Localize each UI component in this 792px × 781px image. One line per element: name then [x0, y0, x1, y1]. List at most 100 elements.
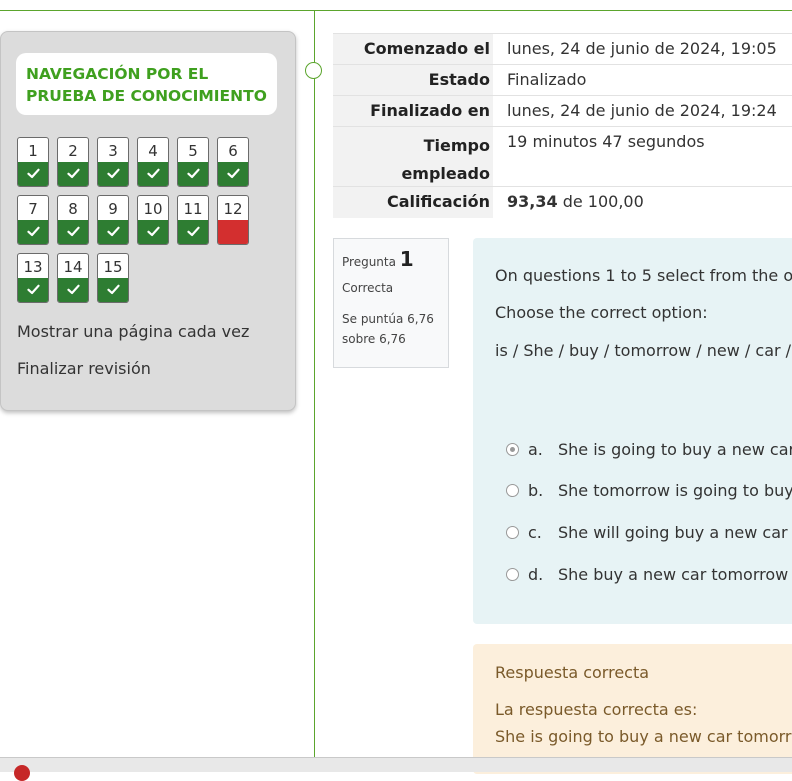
quiz-nav-button-4[interactable]: 4 — [137, 137, 169, 187]
quiz-nav-button-10[interactable]: 10 — [137, 195, 169, 245]
quiz-nav-number: 15 — [103, 258, 123, 276]
question-content: On questions 1 to 5 select from the opti… — [473, 238, 792, 624]
show-one-page-link[interactable]: Mostrar una página cada vez — [17, 322, 249, 341]
question-number-value: 1 — [399, 247, 414, 271]
quiz-nav-number: 8 — [68, 200, 78, 218]
correct-indicator — [178, 162, 208, 186]
check-icon — [67, 168, 80, 179]
correct-indicator — [138, 162, 168, 186]
alert-icon[interactable] — [14, 765, 30, 781]
check-icon — [27, 284, 40, 295]
radio-button[interactable] — [506, 443, 519, 456]
quiz-nav-number: 12 — [223, 200, 243, 218]
correct-indicator — [98, 278, 128, 302]
correct-indicator — [138, 220, 168, 244]
quiz-nav-button-12[interactable]: 12 — [217, 195, 249, 245]
correct-indicator — [18, 278, 48, 302]
correct-indicator — [18, 220, 48, 244]
correct-indicator — [58, 220, 88, 244]
feedback-title: Respuesta correcta — [495, 663, 650, 682]
quiz-nav-button-11[interactable]: 11 — [177, 195, 209, 245]
quiz-nav-button-2[interactable]: 2 — [57, 137, 89, 187]
summary-value: 19 minutos 47 segundos — [493, 127, 792, 187]
finish-review-link[interactable]: Finalizar revisión — [17, 359, 151, 378]
quiz-nav-number: 13 — [23, 258, 43, 276]
answer-text: She buy a new car tomorrow is g — [558, 565, 792, 584]
summary-row-finished: Finalizado en lunes, 24 de junio de 2024… — [333, 95, 792, 127]
question-number: Pregunta 1 — [342, 247, 440, 271]
correct-indicator — [58, 278, 88, 302]
quiz-navigation-title: NAVEGACIÓN POR EL PRUEBA DE CONOCIMIENTO — [16, 53, 277, 115]
top-divider — [0, 10, 792, 11]
quiz-nav-number: 14 — [63, 258, 83, 276]
question-prompt: Choose the correct option: — [495, 303, 708, 322]
correct-indicator — [18, 162, 48, 186]
quiz-nav-button-14[interactable]: 14 — [57, 253, 89, 303]
radio-button[interactable] — [506, 526, 519, 539]
check-icon — [107, 226, 120, 237]
grade-score: 93,34 — [507, 192, 558, 211]
summary-row-state: Estado Finalizado — [333, 64, 792, 96]
quiz-nav-button-6[interactable]: 6 — [217, 137, 249, 187]
quiz-navigation-block: NAVEGACIÓN POR EL PRUEBA DE CONOCIMIENTO… — [0, 31, 296, 411]
check-icon — [107, 284, 120, 295]
quiz-nav-number: 11 — [183, 200, 203, 218]
radio-button[interactable] — [506, 484, 519, 497]
summary-value: lunes, 24 de junio de 2024, 19:05 — [493, 34, 792, 65]
quiz-nav-number: 4 — [148, 142, 158, 160]
summary-label: Finalizado en — [370, 101, 490, 120]
correct-indicator — [58, 162, 88, 186]
summary-label: Tiempo empleado — [401, 136, 490, 183]
answer-text: She is going to buy a new car to — [558, 440, 792, 459]
check-icon — [147, 168, 160, 179]
summary-label: Calificación — [387, 192, 490, 211]
check-icon — [147, 226, 160, 237]
feedback-intro: La respuesta correcta es: — [495, 700, 698, 719]
question-instruction: On questions 1 to 5 select from the opti… — [495, 266, 792, 285]
quiz-nav-number: 9 — [108, 200, 118, 218]
summary-row-time: Tiempo empleado 19 minutos 47 segundos — [333, 126, 792, 187]
summary-label: Estado — [428, 70, 490, 89]
column-divider — [314, 10, 315, 758]
quiz-nav-button-3[interactable]: 3 — [97, 137, 129, 187]
correct-indicator — [218, 162, 248, 186]
radio-button[interactable] — [506, 568, 519, 581]
question-prefix: Pregunta — [342, 255, 396, 269]
check-icon — [27, 168, 40, 179]
summary-label: Comenzado el — [363, 39, 490, 58]
feedback-correct-answer: She is going to buy a new car tomorrow — [495, 727, 792, 746]
quiz-nav-number: 3 — [108, 142, 118, 160]
answer-letter: c. — [528, 523, 542, 542]
drawer-toggle-handle[interactable] — [305, 62, 322, 79]
quiz-nav-button-1[interactable]: 1 — [17, 137, 49, 187]
check-icon — [187, 168, 200, 179]
quiz-nav-button-5[interactable]: 5 — [177, 137, 209, 187]
answer-letter: a. — [528, 440, 543, 459]
check-icon — [107, 168, 120, 179]
check-icon — [67, 226, 80, 237]
grade-max: de 100,00 — [557, 192, 644, 211]
question-state: Correcta — [342, 281, 394, 295]
check-icon — [227, 168, 240, 179]
summary-row-started: Comenzado el lunes, 24 de junio de 2024,… — [333, 33, 792, 65]
quiz-nav-button-7[interactable]: 7 — [17, 195, 49, 245]
summary-value: Finalizado — [493, 65, 792, 96]
quiz-nav-number: 2 — [68, 142, 78, 160]
answer-letter: d. — [528, 565, 544, 584]
quiz-nav-number: 1 — [28, 142, 38, 160]
check-icon — [67, 284, 80, 295]
quiz-nav-button-15[interactable]: 15 — [97, 253, 129, 303]
summary-value: lunes, 24 de junio de 2024, 19:24 — [493, 96, 792, 127]
quiz-nav-number: 10 — [143, 200, 163, 218]
quiz-nav-number: 5 — [188, 142, 198, 160]
question-grade: Se puntúa 6,76 sobre 6,76 — [342, 312, 434, 346]
correct-indicator — [178, 220, 208, 244]
summary-value: 93,34 de 100,00 — [493, 187, 792, 218]
quiz-nav-number: 7 — [28, 200, 38, 218]
correct-indicator — [98, 220, 128, 244]
quiz-nav-button-8[interactable]: 8 — [57, 195, 89, 245]
summary-row-grade: Calificación 93,34 de 100,00 — [333, 186, 792, 218]
quiz-nav-button-13[interactable]: 13 — [17, 253, 49, 303]
question-words: is / She / buy / tomorrow / new / car / … — [495, 341, 792, 360]
quiz-nav-button-9[interactable]: 9 — [97, 195, 129, 245]
